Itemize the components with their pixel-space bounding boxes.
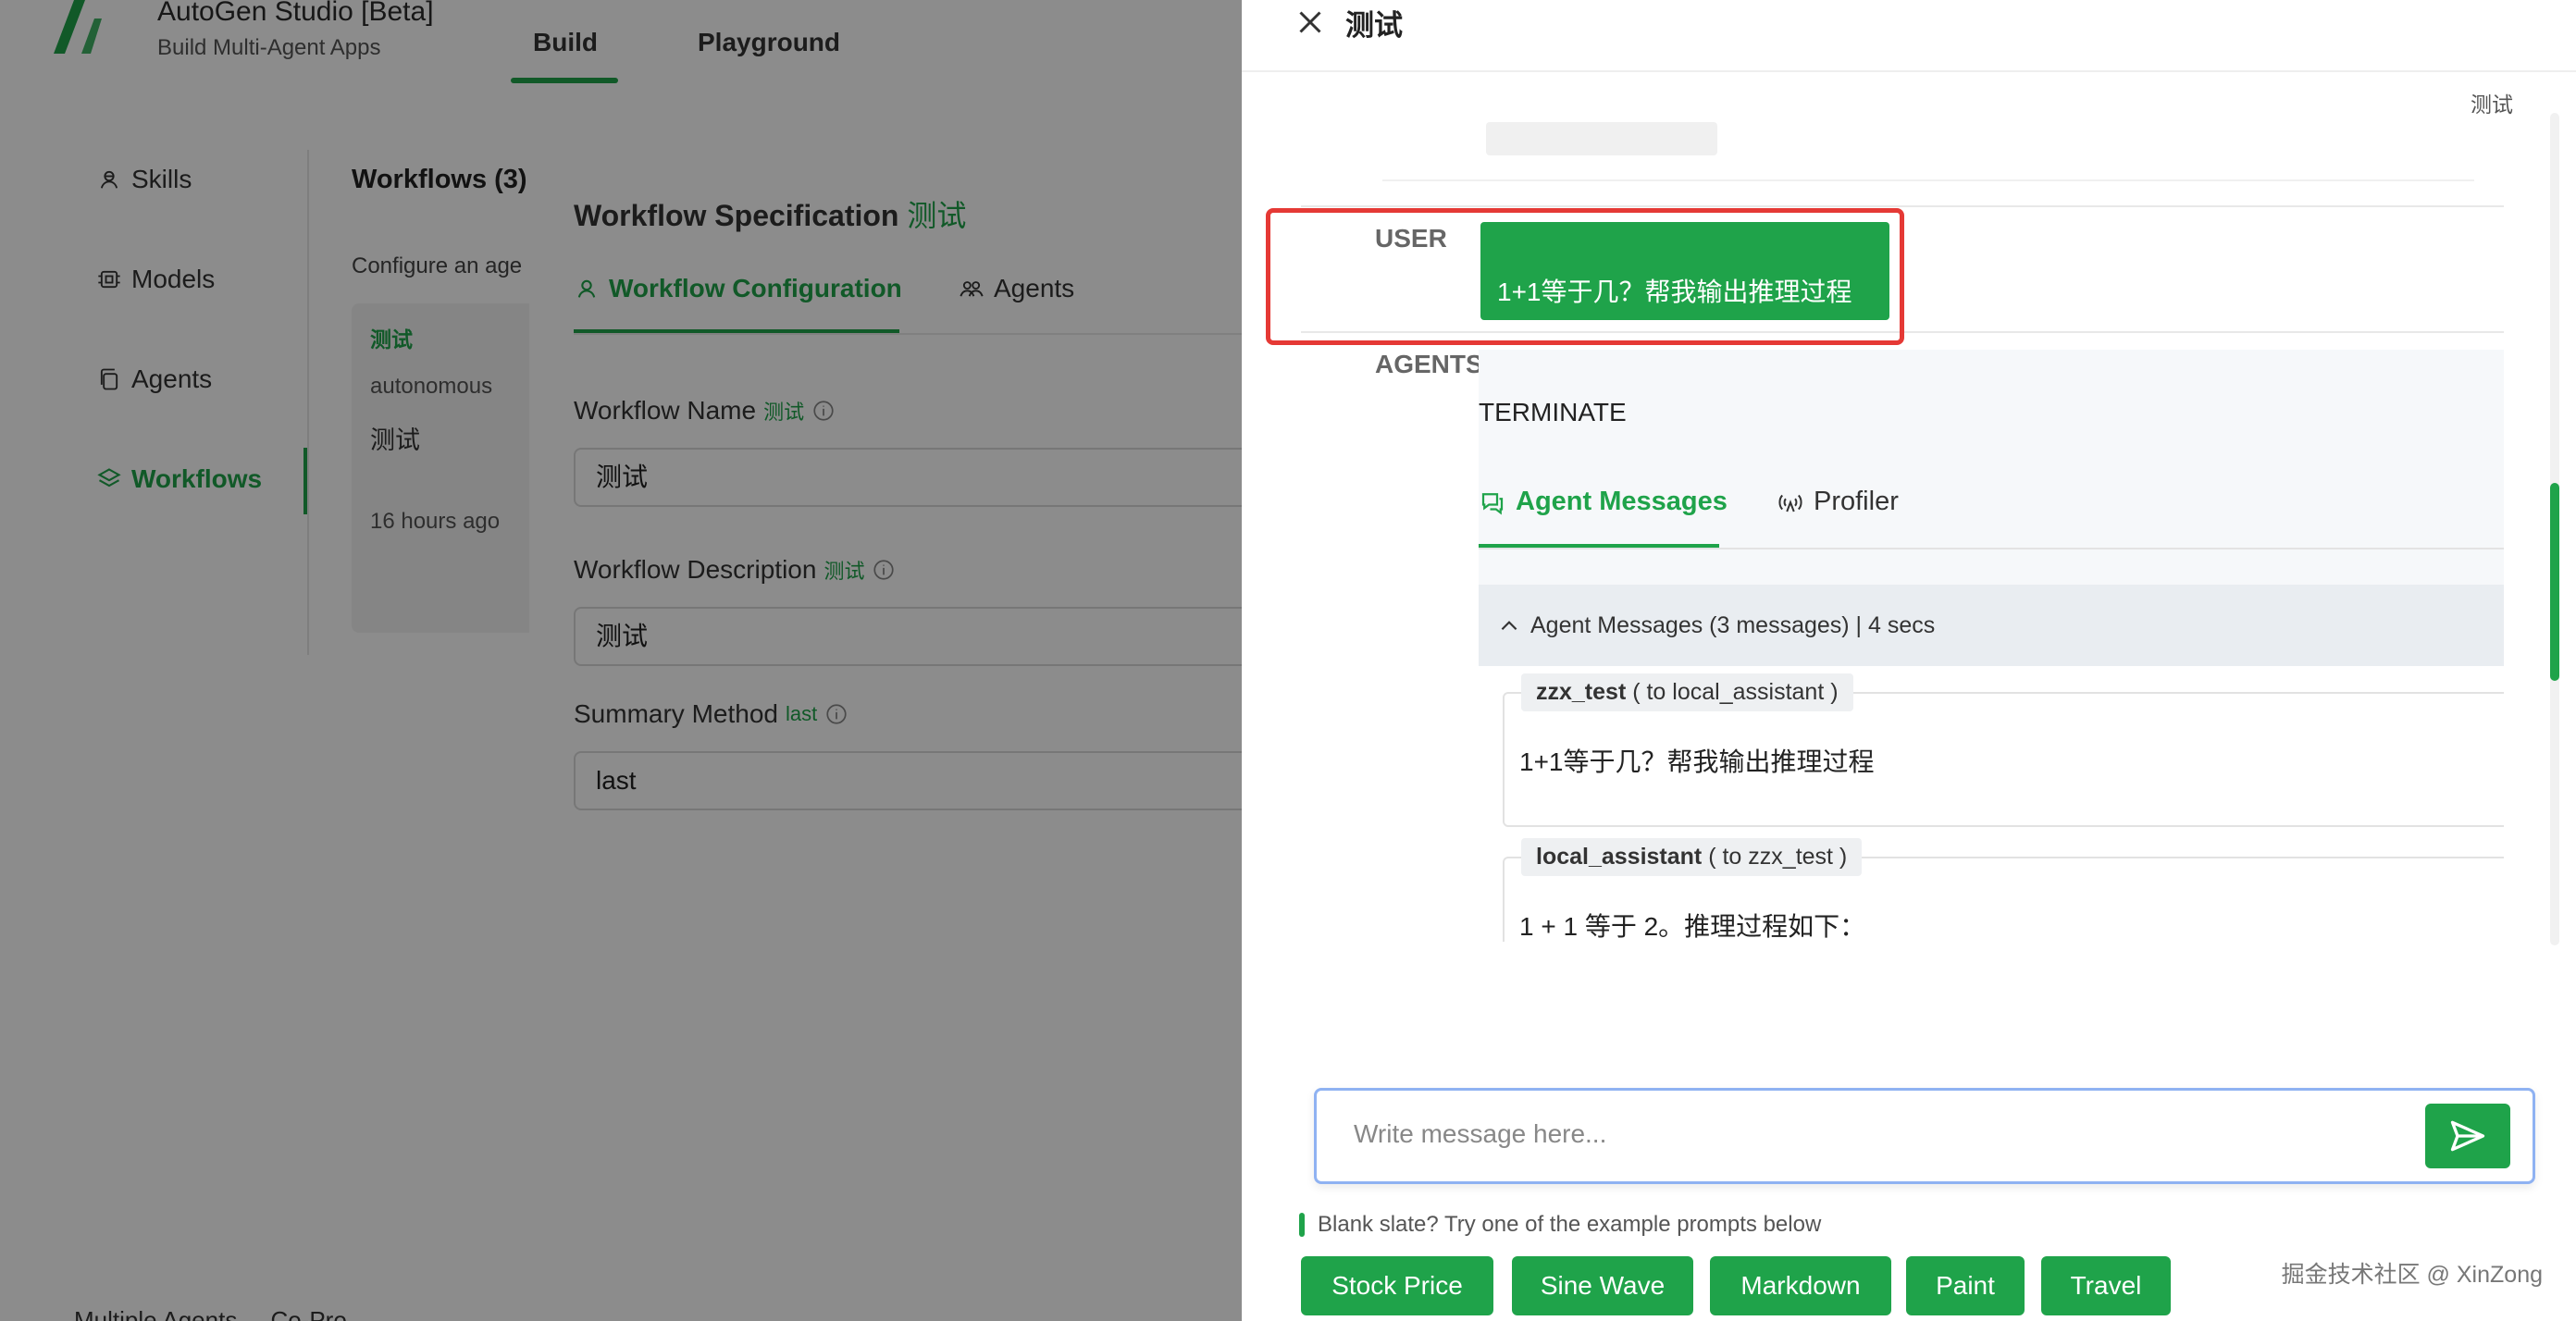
previous-message [1382, 113, 2474, 181]
skeleton-placeholder [1486, 122, 1717, 155]
agent-message-body: 1+1等于几？帮我输出推理过程 [1519, 747, 1875, 776]
tab-profiler[interactable]: Profiler [1777, 487, 1899, 517]
agent-message: local_assistant ( to zzx_test ) 1 + 1 等于… [1503, 838, 2504, 942]
agent-message-body: 1 + 1 等于 2。推理过程如下： [1519, 912, 1866, 941]
agent-message: zzx_test ( to local_assistant ) 1+1等于几？帮… [1503, 673, 2504, 827]
agent-messages-collapse[interactable]: Agent Messages (3 messages) | 4 secs [1479, 585, 2504, 666]
chat-drawer: 测试 测试 USER 1+1等于几？帮我输出推理过程 AGENTS TERMIN… [1242, 0, 2576, 1321]
agent-messages-summary: Agent Messages (3 messages) | 4 secs [1530, 611, 1936, 638]
inner-tab-border [1479, 548, 2504, 549]
agent-message-header: local_assistant ( to zzx_test ) [1521, 838, 1863, 876]
send-button[interactable] [2425, 1104, 2510, 1168]
message-composer [1314, 1088, 2535, 1184]
agent-message-header: zzx_test ( to local_assistant ) [1521, 673, 1853, 711]
close-icon[interactable] [1294, 6, 1327, 39]
row-divider [1301, 205, 2504, 207]
agents-role-label: AGENTS [1375, 350, 1483, 378]
agent-reply: TERMINATE [1479, 398, 1627, 426]
message-input[interactable] [1354, 1111, 2353, 1157]
prompt-sine-wave-button[interactable]: Sine Wave [1512, 1256, 1693, 1315]
drawer-title: 测试 [1345, 9, 1403, 42]
chevron-up-icon [1501, 621, 1517, 631]
prompt-markdown-button[interactable]: Markdown [1710, 1256, 1891, 1315]
prompt-travel-button[interactable]: Travel [2041, 1256, 2171, 1315]
send-icon [2450, 1120, 2485, 1152]
chat-icon [1481, 492, 1504, 514]
annotation-highlight-box [1266, 208, 1904, 345]
chat-scrollbar-thumb[interactable] [2550, 483, 2559, 681]
hint-accent-bar [1299, 1213, 1305, 1237]
tab-agent-messages[interactable]: Agent Messages [1479, 487, 1728, 517]
prompt-stock-price-button[interactable]: Stock Price [1301, 1256, 1493, 1315]
prompt-paint-button[interactable]: Paint [1906, 1256, 2025, 1315]
agent-message-list: zzx_test ( to local_assistant ) 1+1等于几？帮… [1479, 666, 2504, 942]
example-prompts-hint: Blank slate? Try one of the example prom… [1299, 1212, 1821, 1238]
signal-icon [1778, 494, 1802, 512]
watermark: 掘金技术社区 @ XinZong [2281, 1262, 2543, 1288]
drawer-header: 测试 [1242, 0, 2576, 72]
agents-response: TERMINATE Agent Messages Profiler Agent … [1479, 350, 2504, 942]
